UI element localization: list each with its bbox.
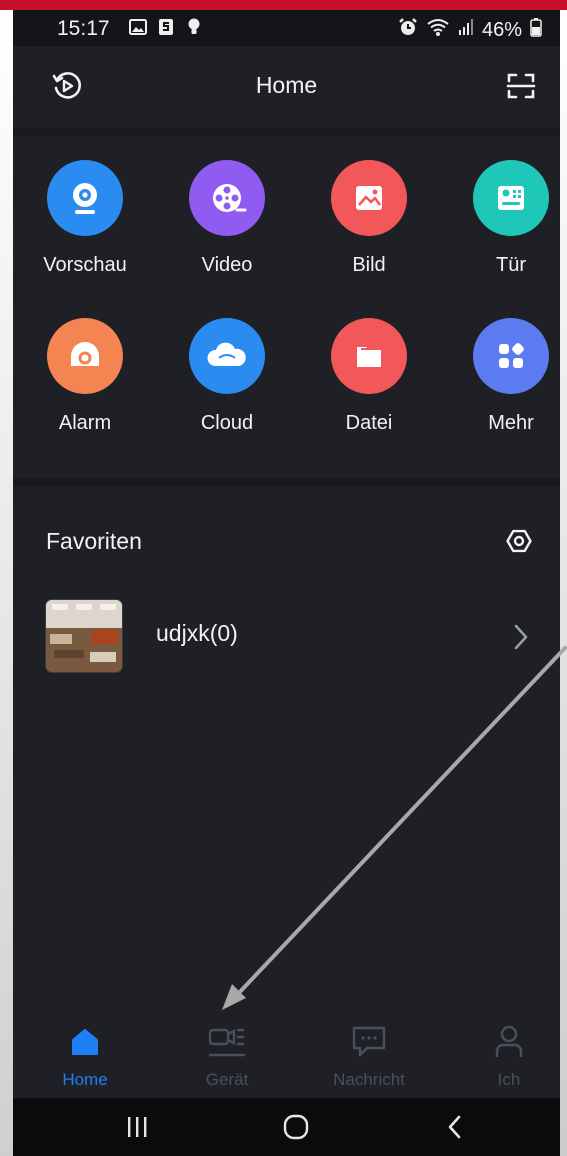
tile-label: Bild	[352, 254, 386, 276]
tile-label: Cloud	[200, 412, 254, 434]
header-divider	[13, 128, 560, 136]
nav-label: Nachricht	[333, 1070, 405, 1089]
cloud-icon	[189, 318, 265, 394]
app-s-notification-icon	[157, 18, 175, 36]
phone-screen: 15:17 46% Home Vorschau Video Bild Tür A…	[13, 10, 560, 1156]
tile-label: Tür	[496, 254, 526, 276]
favorites-settings-icon[interactable]	[503, 525, 535, 557]
favorite-device-name: udjxk(0)	[156, 620, 238, 646]
signal-icon	[458, 18, 474, 42]
tile-label: Datei	[345, 412, 393, 434]
more-apps-icon	[473, 318, 549, 394]
message-icon	[347, 1020, 391, 1064]
gallery-notification-icon	[129, 18, 147, 36]
tile-bild[interactable]: Bild	[309, 160, 429, 310]
battery-level: 46%	[481, 18, 522, 41]
wifi-icon	[426, 17, 450, 43]
battery-icon	[530, 17, 542, 43]
tile-datei[interactable]: Datei	[309, 318, 429, 468]
status-time: 15:17	[57, 17, 110, 40]
nav-label: Home	[62, 1070, 108, 1089]
status-bar: 15:17 46%	[13, 10, 560, 46]
tile-vorschau[interactable]: Vorschau	[25, 160, 145, 310]
screenshot-right-border	[560, 10, 567, 1156]
alarm-clock-icon	[398, 17, 418, 43]
nav-geraet[interactable]: Gerät	[159, 1010, 295, 1098]
scan-qr-icon[interactable]	[503, 68, 539, 104]
folder-icon	[331, 318, 407, 394]
profile-icon	[487, 1020, 531, 1064]
recent-apps-icon[interactable]	[117, 1111, 157, 1143]
back-icon[interactable]	[435, 1111, 475, 1143]
screenshot-left-border	[0, 10, 13, 1156]
favorite-item[interactable]: udjxk(0)	[13, 596, 560, 680]
system-navigation-bar	[13, 1098, 560, 1156]
door-intercom-icon	[473, 160, 549, 236]
screenshot-top-border	[0, 0, 567, 10]
tile-alarm[interactable]: Alarm	[25, 318, 145, 468]
chevron-right-icon	[509, 622, 533, 652]
tile-label: Mehr	[488, 412, 534, 434]
nav-home[interactable]: Home	[17, 1010, 153, 1098]
lightbulb-notification-icon	[185, 18, 203, 36]
status-system-icons: 46%	[398, 17, 542, 43]
device-thumbnail	[46, 600, 122, 672]
tile-cloud[interactable]: Cloud	[167, 318, 287, 468]
tile-mehr[interactable]: Mehr	[451, 318, 560, 468]
feature-grid: Vorschau Video Bild Tür Alarm Cloud Date…	[13, 136, 560, 482]
image-icon	[331, 160, 407, 236]
favorites-title: Favoriten	[46, 528, 142, 554]
home-button-icon[interactable]	[276, 1111, 316, 1143]
device-icon	[205, 1020, 249, 1064]
nav-label: Gerät	[205, 1070, 249, 1089]
nav-ich[interactable]: Ich	[441, 1010, 560, 1098]
app-header: Home	[13, 46, 560, 128]
status-notification-icons	[129, 18, 203, 36]
nav-nachricht[interactable]: Nachricht	[301, 1010, 437, 1098]
tile-label: Video	[201, 254, 253, 276]
tile-video[interactable]: Video	[167, 160, 287, 310]
page-title: Home	[255, 72, 318, 98]
film-reel-icon	[189, 160, 265, 236]
home-icon	[63, 1020, 107, 1064]
nav-label: Ich	[497, 1070, 521, 1089]
tile-label: Alarm	[58, 412, 112, 434]
alarm-icon	[47, 318, 123, 394]
tile-label: Vorschau	[43, 254, 127, 276]
bottom-navigation: Home Gerät Nachricht Ich	[13, 1010, 560, 1098]
camera-icon	[47, 160, 123, 236]
tile-tuer[interactable]: Tür	[451, 160, 560, 310]
grid-divider	[13, 478, 560, 486]
